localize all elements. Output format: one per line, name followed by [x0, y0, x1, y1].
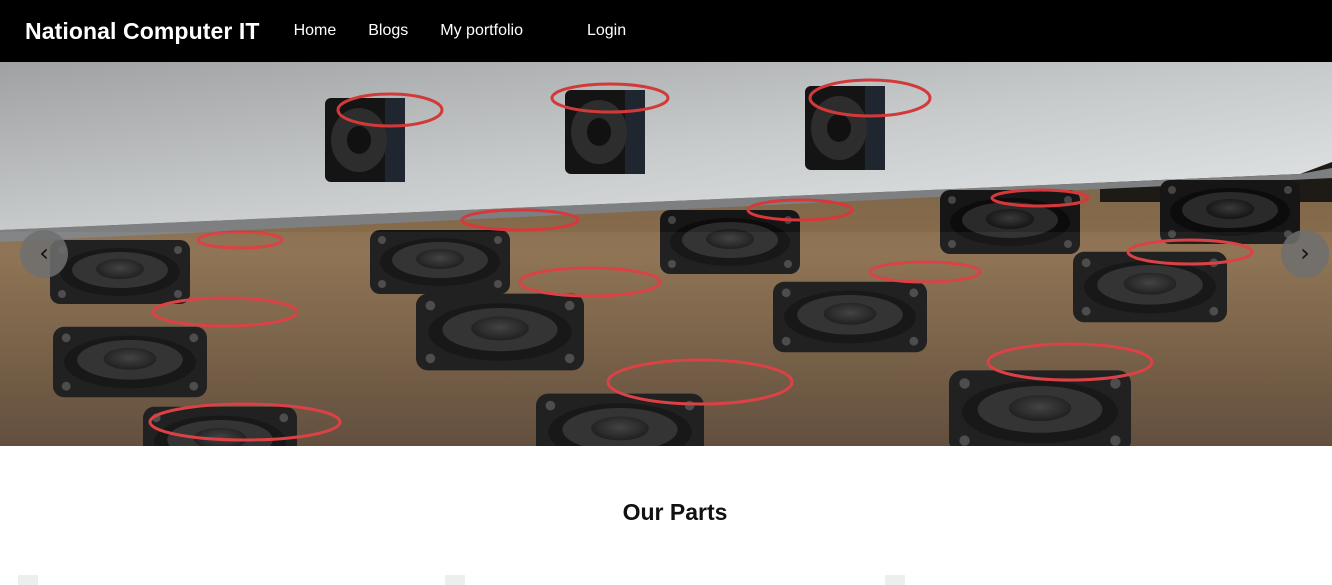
cooling-fans-photo	[0, 62, 1332, 446]
part-card-edge	[885, 575, 905, 585]
part-card-edge	[18, 575, 38, 585]
nav-link-login[interactable]: Login	[587, 22, 626, 40]
section-title-our-parts: Our Parts	[622, 499, 728, 526]
nav-link-home[interactable]: Home	[294, 22, 337, 40]
carousel-prev-button[interactable]: ‹	[20, 230, 68, 278]
part-card-edge	[445, 575, 465, 585]
top-navbar: National Computer IT Home Blogs My portf…	[0, 0, 1332, 62]
hero-carousel: ‹ ›	[0, 62, 1332, 446]
nav-link-portfolio[interactable]: My portfolio	[440, 22, 523, 40]
brand-logo[interactable]: National Computer IT	[25, 18, 260, 45]
nav-link-blogs[interactable]: Blogs	[368, 22, 408, 40]
carousel-next-button[interactable]: ›	[1281, 230, 1329, 278]
